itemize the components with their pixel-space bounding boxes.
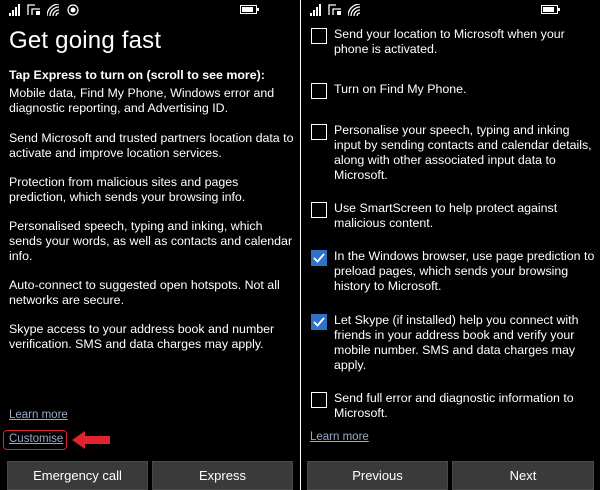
feature-description: Mobile data, Find My Phone, Windows erro… (9, 86, 275, 115)
data-connection-icon (27, 4, 40, 15)
checkbox[interactable] (311, 124, 327, 140)
checkbox-checked[interactable] (311, 250, 327, 266)
checkmark-icon (313, 317, 325, 327)
checkmark-icon (313, 253, 325, 263)
feature-description: Auto-connect to suggested open hotspots.… (9, 278, 280, 307)
wifi-icon (47, 4, 60, 16)
data-connection-icon (328, 4, 341, 15)
option-label: Send full error and diagnostic informati… (334, 391, 574, 420)
location-icon (67, 4, 79, 16)
signal-strength-icon (310, 4, 321, 16)
intro-text: Tap Express to turn on (scroll to see mo… (9, 68, 265, 82)
express-button[interactable]: Express (152, 461, 293, 490)
arrow-left-icon (72, 431, 110, 449)
customise-settings-screen: Send your location to Microsoft when you… (301, 0, 600, 490)
option-label: Use SmartScreen to help protect against … (334, 201, 558, 230)
checkbox[interactable] (311, 202, 327, 218)
checkbox[interactable] (311, 83, 327, 99)
option-label: In the Windows browser, use page predict… (334, 249, 595, 293)
checkbox[interactable] (311, 392, 327, 408)
signal-strength-icon (9, 4, 20, 16)
feature-description: Personalised speech, typing and inking, … (9, 219, 293, 263)
feature-description: Skype access to your address book and nu… (9, 322, 275, 351)
option-label: Let Skype (if installed) help you connec… (334, 313, 579, 372)
next-button[interactable]: Next (452, 461, 594, 490)
checkbox[interactable] (311, 28, 327, 44)
feature-description: Protection from malicious sites and page… (9, 175, 246, 204)
checkbox-checked[interactable] (311, 314, 327, 330)
status-bar (0, 0, 300, 20)
battery-icon (541, 5, 560, 14)
express-settings-screen: Get going fast Tap Express to turn on (s… (0, 0, 300, 490)
customise-link[interactable]: Customise (9, 433, 63, 445)
status-bar (301, 0, 600, 20)
learn-more-link[interactable]: Learn more (310, 431, 369, 443)
battery-icon (240, 5, 259, 14)
emergency-call-button[interactable]: Emergency call (7, 461, 148, 490)
feature-description: Send Microsoft and trusted partners loca… (9, 131, 294, 160)
previous-button[interactable]: Previous (307, 461, 448, 490)
learn-more-link[interactable]: Learn more (9, 409, 68, 421)
page-title: Get going fast (9, 27, 162, 54)
option-label: Turn on Find My Phone. (334, 82, 467, 96)
option-label: Personalise your speech, typing and inki… (334, 123, 592, 182)
option-label: Send your location to Microsoft when you… (334, 27, 565, 56)
wifi-icon (348, 4, 361, 16)
